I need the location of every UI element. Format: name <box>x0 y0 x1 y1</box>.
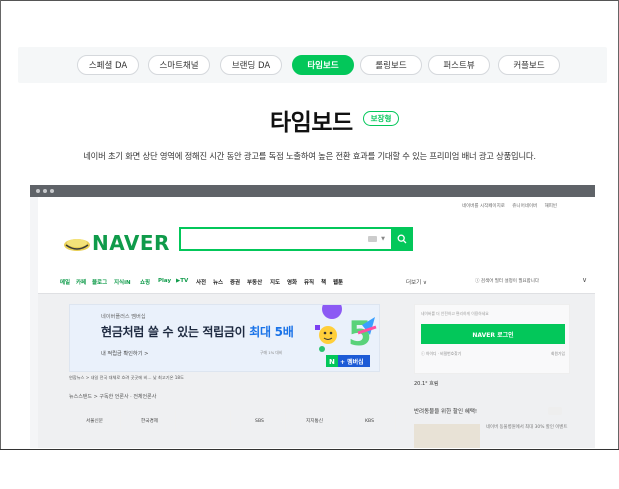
service-realestate[interactable]: 부동산 <box>247 278 262 286</box>
banner-note: 구매 1% 대비 <box>260 350 283 355</box>
svg-text:5: 5 <box>348 314 372 354</box>
press-logo[interactable]: 한국경제 <box>124 411 176 431</box>
search-icon <box>397 234 407 244</box>
newsstand-bar[interactable]: 뉴스스탠드 > 구독한 언론사 · 전체언론사 <box>69 393 399 403</box>
browser-chrome <box>30 185 595 197</box>
press-logo[interactable]: SBS <box>234 411 286 431</box>
util-links: 네이버를 시작페이지로 쥬니어네이버 해피빈 <box>456 203 557 209</box>
filter-notice: ⓘ 검색어 필터 설정이 필요합니다 <box>475 279 540 284</box>
naver-whale-logo-icon <box>64 239 90 251</box>
ad-product-tabbar: 스페셜 DA 스마트채널 브랜딩 DA 타임보드 롤링보드 퍼스트뷰 커플보드 <box>18 47 607 83</box>
service-shopping[interactable]: 쇼핑 <box>140 278 150 286</box>
banner-headline: 현금처럼 쓸 수 있는 적립금이 최대 5배 <box>101 323 294 340</box>
window-dot-icon <box>36 189 40 193</box>
keyboard-icon[interactable] <box>368 236 377 242</box>
membership-5x-illustration-icon: 5 N + 멤버십 <box>315 305 377 367</box>
tab-coupleboard[interactable]: 커플보드 <box>498 55 560 75</box>
promo-more-button[interactable] <box>548 407 562 415</box>
search-button[interactable] <box>391 227 413 251</box>
service-play[interactable]: Play <box>158 278 171 284</box>
junior-naver-link[interactable]: 쥬니어네이버 <box>512 204 537 209</box>
login-panel: 네이버를 더 안전하고 편리하게 이용하세요 NAVER 로그인 ⓘ 아이디 ·… <box>414 304 570 374</box>
service-movie[interactable]: 영화 <box>287 278 297 286</box>
search-input[interactable]: ▼ <box>179 227 413 251</box>
browser-preview: 네이버를 시작페이지로 쥬니어네이버 해피빈 NAVER ▼ 메일 카페 블로그 <box>30 185 595 448</box>
banner-headline-highlight: 최대 5배 <box>249 325 294 339</box>
press-logo[interactable]: KBS <box>344 411 396 431</box>
service-news[interactable]: 뉴스 <box>213 278 223 286</box>
tab-rollingboard[interactable]: 롤링보드 <box>360 55 422 75</box>
service-kin[interactable]: 지식iN <box>114 278 131 286</box>
service-tv[interactable]: ▶TV <box>176 278 188 284</box>
service-mail[interactable]: 메일 <box>60 278 70 286</box>
tab-smart-channel[interactable]: 스마트채널 <box>148 55 210 75</box>
login-hint: 네이버를 더 안전하고 편리하게 이용하세요 <box>421 311 489 316</box>
naver-homepage: 네이버를 시작페이지로 쥬니어네이버 해피빈 NAVER ▼ 메일 카페 블로그 <box>38 197 595 448</box>
service-music[interactable]: 뮤직 <box>304 278 314 286</box>
naver-logo[interactable]: NAVER <box>92 231 170 255</box>
banner-subtitle: 네이버플러스 멤버십 <box>101 314 146 320</box>
guaranteed-badge: 보장형 <box>363 111 399 126</box>
timeboard-banner[interactable]: 네이버플러스 멤버십 현금처럼 쓸 수 있는 적립금이 최대 5배 내 적립금 … <box>69 304 380 372</box>
frame-left <box>0 0 1 489</box>
product-description: 네이버 초기 화면 상단 영역에 정해진 시간 동안 광고를 독점 노출하여 높… <box>83 151 536 161</box>
promo-text[interactable]: 네이버 동물병원에서 최대 30% 할인 이벤트 <box>486 424 576 431</box>
frame-top <box>0 0 619 36</box>
login-links: ⓘ 아이디 · 비밀번호찾기 회원가입 <box>421 351 565 357</box>
login-button[interactable]: NAVER 로그인 <box>421 324 565 344</box>
service-dict[interactable]: 사전 <box>196 278 206 286</box>
window-dot-icon <box>43 189 47 193</box>
banner-headline-text: 현금처럼 쓸 수 있는 적립금이 <box>101 325 250 339</box>
tab-firstview[interactable]: 퍼스트뷰 <box>428 55 490 75</box>
weather-widget[interactable]: 20.1° 흐림 <box>414 380 570 392</box>
signup-link[interactable]: 회원가입 <box>551 351 565 357</box>
service-blog[interactable]: 블로그 <box>92 278 107 286</box>
press-grid: 서울신문 한국경제 SBS 지지통신 KBS <box>69 411 399 433</box>
banner-cta-link[interactable]: 내 적립금 확인하기 > <box>101 350 148 357</box>
svg-text:+ 멤버십: + 멤버십 <box>340 358 364 366</box>
service-stock[interactable]: 증권 <box>230 278 240 286</box>
press-logo[interactable]: 서울신문 <box>69 411 121 431</box>
promo-image[interactable] <box>414 424 480 448</box>
chevron-down-icon[interactable]: ∨ <box>582 276 587 284</box>
service-map[interactable]: 지도 <box>270 278 280 286</box>
chevron-down-icon[interactable]: ▼ <box>381 236 385 242</box>
service-book[interactable]: 책 <box>321 278 326 286</box>
press-logo[interactable]: 지지통신 <box>289 411 341 431</box>
tab-special-da[interactable]: 스페셜 DA <box>77 55 139 75</box>
page-title: 타임보드 <box>270 110 353 136</box>
find-account-link[interactable]: ⓘ 아이디 · 비밀번호찾기 <box>421 351 461 356</box>
service-cafe[interactable]: 카페 <box>76 278 86 286</box>
service-webtoon[interactable]: 웹툰 <box>333 278 343 286</box>
news-headline-row[interactable]: 연합뉴스 > 내일 전국 대체로 흐려 곳곳에 비… 낮 최고기온 18도 <box>69 375 399 385</box>
svg-text:N: N <box>329 358 335 366</box>
set-homepage-link[interactable]: 네이버를 시작페이지로 <box>462 204 505 209</box>
frame-bottom <box>0 449 619 489</box>
tab-branding-da[interactable]: 브랜딩 DA <box>220 55 282 75</box>
service-menu: 메일 카페 블로그 지식iN 쇼핑 Play ▶TV 사전 뉴스 증권 부동산 … <box>60 275 587 289</box>
window-dot-icon <box>50 189 54 193</box>
services-more-button[interactable]: 더보기 ∨ <box>406 278 427 286</box>
happybean-link[interactable]: 해피빈 <box>545 204 557 209</box>
title-row: 타임보드 보장형 <box>0 103 619 136</box>
press-logo[interactable] <box>179 411 231 431</box>
promo-title: 반려동물을 위한 할인 혜택! <box>414 409 478 415</box>
tab-timeboard[interactable]: 타임보드 <box>292 55 354 75</box>
